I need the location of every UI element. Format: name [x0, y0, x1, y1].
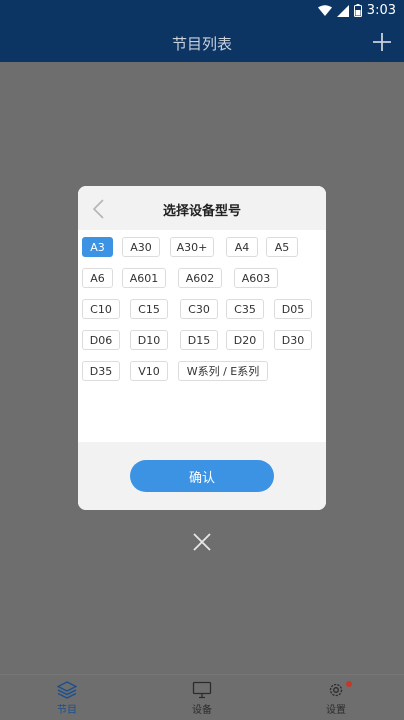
model-chip-a601[interactable]: A601 — [122, 268, 166, 288]
model-chip-a5[interactable]: A5 — [266, 237, 298, 257]
model-chip-c15[interactable]: C15 — [130, 299, 168, 319]
model-chip-a3[interactable]: A3 — [82, 237, 113, 257]
model-chip-d30[interactable]: D30 — [274, 330, 312, 350]
model-chip-c30[interactable]: C30 — [180, 299, 218, 319]
close-icon — [193, 533, 211, 551]
dialog-header: 选择设备型号 — [78, 186, 326, 230]
model-chip-d35[interactable]: D35 — [82, 361, 120, 381]
model-chip-d10[interactable]: D10 — [130, 330, 168, 350]
device-model-dialog: 选择设备型号 A3 A30 A30+ A4 A5 A6 A601 A602 A6… — [78, 186, 326, 510]
status-bar: 3:03 — [0, 0, 404, 24]
page-title: 节目列表 — [171, 35, 232, 53]
model-chip-a603[interactable]: A603 — [234, 268, 278, 288]
nav-item-devices[interactable]: 设备 — [172, 681, 232, 716]
model-chip-a6[interactable]: A6 — [82, 268, 113, 288]
dialog-title: 选择设备型号 — [162, 204, 241, 219]
nav-label-devices: 设备 — [192, 705, 212, 716]
app-bar: 节目列表 — [0, 24, 404, 62]
nav-label-settings: 设置 — [326, 705, 346, 716]
dialog-footer: 确认 — [78, 442, 326, 510]
nav-item-settings[interactable]: 设置 — [306, 681, 366, 716]
model-chip-d06[interactable]: D06 — [82, 330, 120, 350]
close-button[interactable] — [190, 530, 214, 554]
confirm-button[interactable]: 确认 — [130, 460, 274, 492]
plus-icon — [373, 33, 391, 51]
model-chip-w-e-series[interactable]: W系列 / E系列 — [178, 361, 268, 381]
wifi-icon — [317, 4, 332, 17]
model-chip-c35[interactable]: C35 — [226, 299, 264, 319]
notification-badge — [346, 681, 352, 687]
model-chip-d20[interactable]: D20 — [226, 330, 264, 350]
model-list: A3 A30 A30+ A4 A5 A6 A601 A602 A603 C10 … — [78, 230, 326, 442]
monitor-icon — [192, 681, 212, 699]
model-chip-d15[interactable]: D15 — [180, 330, 218, 350]
model-chip-v10[interactable]: V10 — [130, 361, 168, 381]
status-icons: 3:03 — [317, 3, 396, 18]
gear-icon — [329, 683, 343, 697]
model-chip-a30plus[interactable]: A30+ — [170, 237, 214, 257]
model-chip-c10[interactable]: C10 — [82, 299, 120, 319]
layers-icon — [57, 681, 77, 699]
bottom-nav: 节目 设备 设置 — [0, 674, 404, 720]
model-chip-a30[interactable]: A30 — [122, 237, 160, 257]
nav-label-programs: 节目 — [57, 705, 77, 716]
model-chip-a4[interactable]: A4 — [226, 237, 258, 257]
model-chip-d05[interactable]: D05 — [274, 299, 312, 319]
add-button[interactable] — [370, 30, 394, 54]
model-chip-a602[interactable]: A602 — [178, 268, 222, 288]
battery-icon — [353, 4, 362, 17]
nav-item-programs[interactable]: 节目 — [37, 681, 97, 716]
status-time: 3:03 — [366, 3, 396, 18]
signal-icon — [336, 4, 349, 17]
